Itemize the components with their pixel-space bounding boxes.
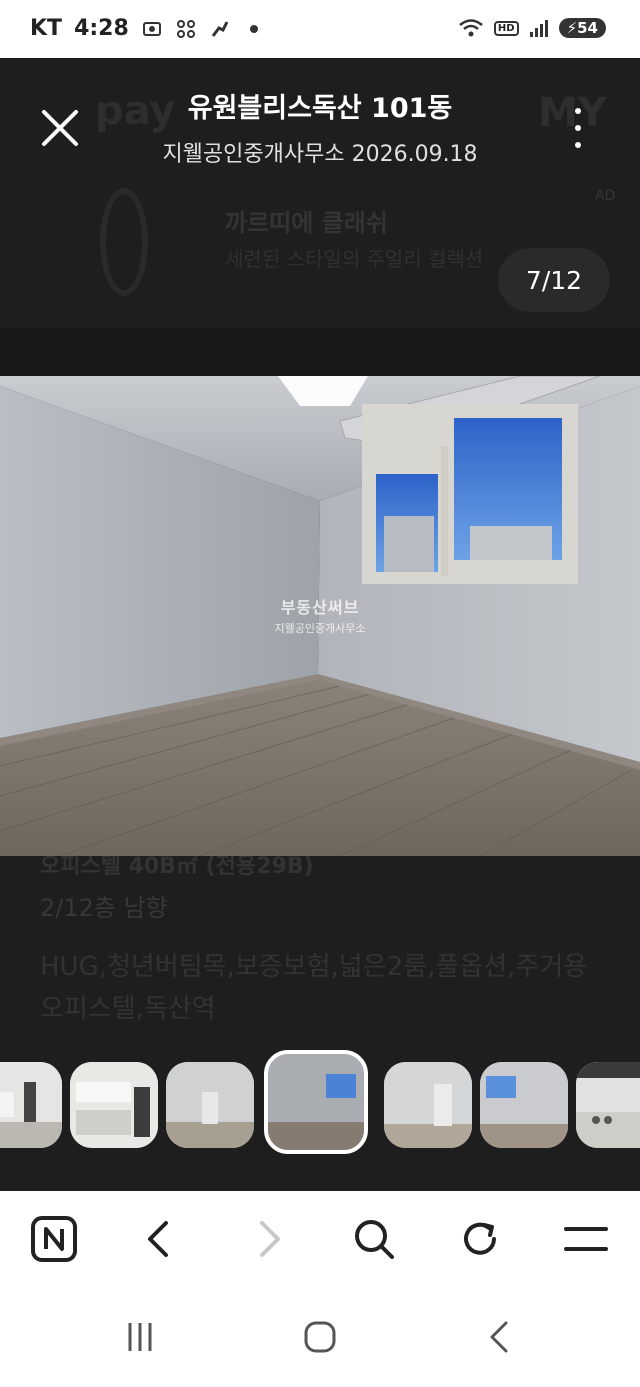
hd-badge: HD (493, 20, 519, 36)
status-left: KT 4:28 (30, 16, 265, 41)
search-icon (355, 1220, 394, 1259)
browser-toolbar (0, 1191, 640, 1291)
thumbnail-item-active[interactable] (264, 1050, 368, 1154)
listing-floor: 2/12층 남향 (40, 894, 168, 922)
ad-product-image (100, 188, 148, 296)
apps-icon (176, 19, 195, 38)
back-button[interactable] (134, 1213, 186, 1265)
photo-watermark: 부동산써브 지웰공인중개사무소 (0, 594, 640, 636)
refresh-button[interactable] (454, 1213, 506, 1265)
forward-button[interactable] (242, 1213, 294, 1265)
more-options-button[interactable] (566, 108, 590, 148)
thumbnail-item[interactable] (70, 1062, 158, 1148)
main-photo[interactable]: 부동산써브 지웰공인중개사무소 (0, 376, 640, 856)
notification-dot-icon (249, 24, 258, 33)
listing-title: 유원블리스독산 101동 (187, 93, 453, 124)
refresh-icon (464, 1222, 496, 1255)
more-icon (575, 108, 581, 114)
wifi-icon (459, 19, 483, 37)
home-icon (304, 1321, 336, 1353)
thumbnail-item[interactable] (384, 1062, 472, 1148)
signal-icon (529, 20, 548, 37)
thumbnail-item[interactable] (0, 1062, 62, 1148)
naver-home-icon (31, 1216, 77, 1262)
listing-subtitle: 지웰공인중개사무소 2026.09.18 (162, 142, 478, 167)
recent-apps-button[interactable] (118, 1315, 162, 1359)
listing-tags: HUG,청년버팀목,보증보험,넓은2룸,풀옵션,주거용오피스텔,독산역 (40, 952, 588, 1024)
ad-subtitle: 세련된 스타일의 주얼리 컬렉션 (225, 247, 484, 271)
clock: 4:28 (74, 16, 129, 41)
background-strip (0, 328, 640, 378)
menu-icon (564, 1227, 608, 1251)
status-bar: KT 4:28 HD ⚡54 (0, 0, 640, 58)
search-button[interactable] (348, 1213, 400, 1265)
status-right: HD ⚡54 (458, 18, 606, 38)
image-counter: 7/12 (498, 248, 610, 312)
watermark-office: 지웰공인중개사무소 (274, 622, 366, 635)
watermark-brand: 부동산써브 (280, 598, 360, 617)
ad-label: AD (595, 188, 616, 204)
battery-indicator: ⚡54 (558, 18, 606, 38)
carrier: KT (30, 16, 63, 41)
home-button[interactable] (298, 1315, 342, 1359)
thumbnail-item[interactable] (576, 1062, 640, 1148)
thumbnail-item[interactable] (166, 1062, 254, 1148)
ad-title: 까르띠에 클래쉬 (225, 209, 388, 237)
thumbnail-item[interactable] (480, 1062, 568, 1148)
system-navigation-bar (0, 1291, 640, 1387)
running-icon (211, 20, 229, 37)
thumbnail-strip (0, 1050, 640, 1160)
naver-home-button[interactable] (28, 1213, 80, 1265)
screenshot-icon (142, 21, 161, 36)
system-back-icon (490, 1321, 508, 1353)
recent-apps-icon (128, 1323, 152, 1351)
system-back-button[interactable] (478, 1315, 522, 1359)
back-icon (148, 1221, 168, 1257)
forward-icon (260, 1221, 280, 1257)
menu-button[interactable] (560, 1213, 612, 1265)
